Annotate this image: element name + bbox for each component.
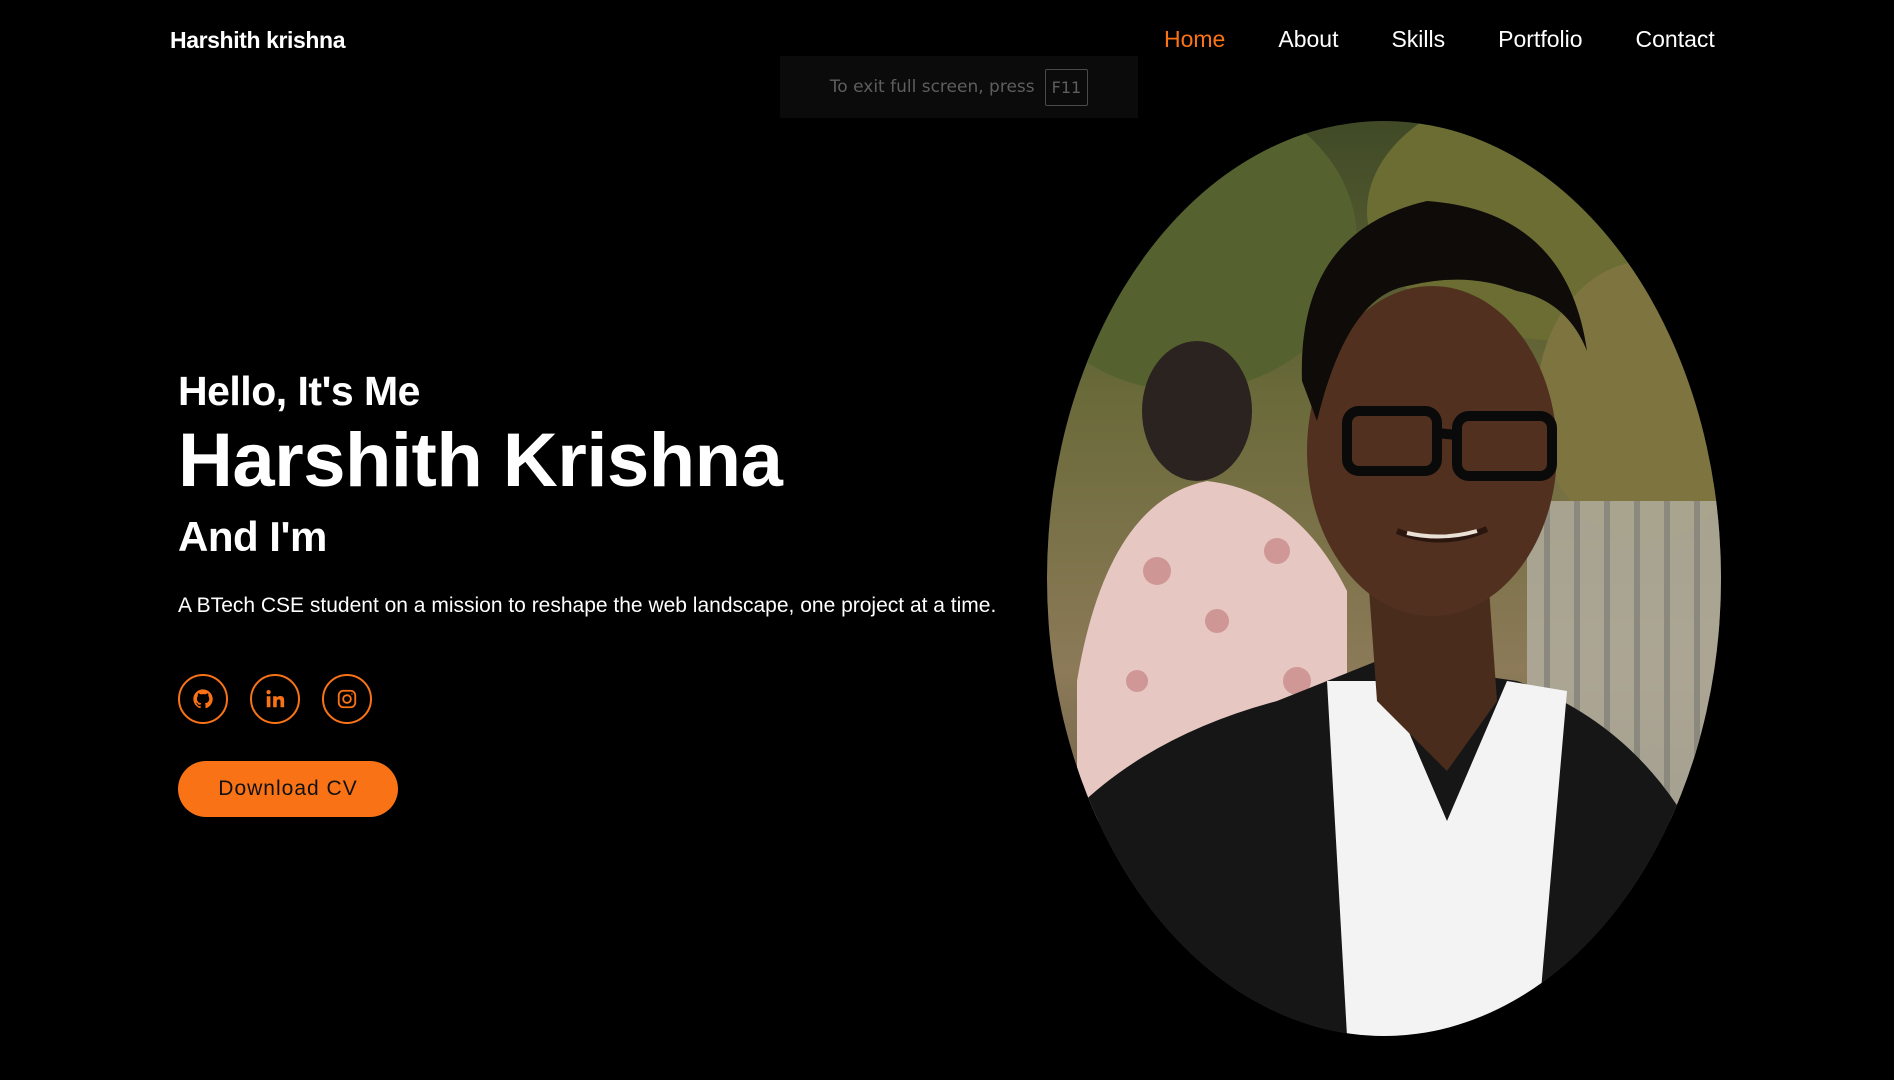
- nav-about[interactable]: About: [1278, 26, 1338, 52]
- hero-subtitle: And I'm: [178, 512, 327, 560]
- github-icon: [193, 689, 213, 709]
- fullscreen-key: F11: [1044, 68, 1089, 106]
- fullscreen-notice: To exit full screen, press F11: [780, 56, 1138, 118]
- linkedin-link[interactable]: [250, 674, 300, 724]
- github-link[interactable]: [178, 674, 228, 724]
- social-links: [178, 674, 372, 724]
- hero-section: Hello, It's Me Harshith Krishna And I'm …: [178, 368, 1078, 618]
- instagram-link[interactable]: [322, 674, 372, 724]
- nav-portfolio[interactable]: Portfolio: [1498, 26, 1582, 52]
- linkedin-icon: [266, 690, 285, 708]
- profile-photo: [1047, 121, 1721, 1036]
- fullscreen-notice-text: To exit full screen, press: [829, 77, 1035, 97]
- main-nav: Home About Skills Portfolio Contact: [1164, 26, 1715, 53]
- download-cv-button[interactable]: Download CV: [178, 761, 398, 817]
- nav-contact[interactable]: Contact: [1636, 26, 1715, 52]
- hero-greeting: Hello, It's Me: [178, 368, 420, 414]
- hero-name: Harshith Krishna: [178, 418, 783, 503]
- hero-description: A BTech CSE student on a mission to resh…: [178, 593, 997, 617]
- profile-photo-illustration: [1047, 121, 1721, 1036]
- site-logo[interactable]: Harshith krishna: [170, 27, 346, 54]
- instagram-icon: [337, 689, 357, 709]
- nav-skills[interactable]: Skills: [1391, 26, 1445, 52]
- nav-home[interactable]: Home: [1164, 26, 1225, 52]
